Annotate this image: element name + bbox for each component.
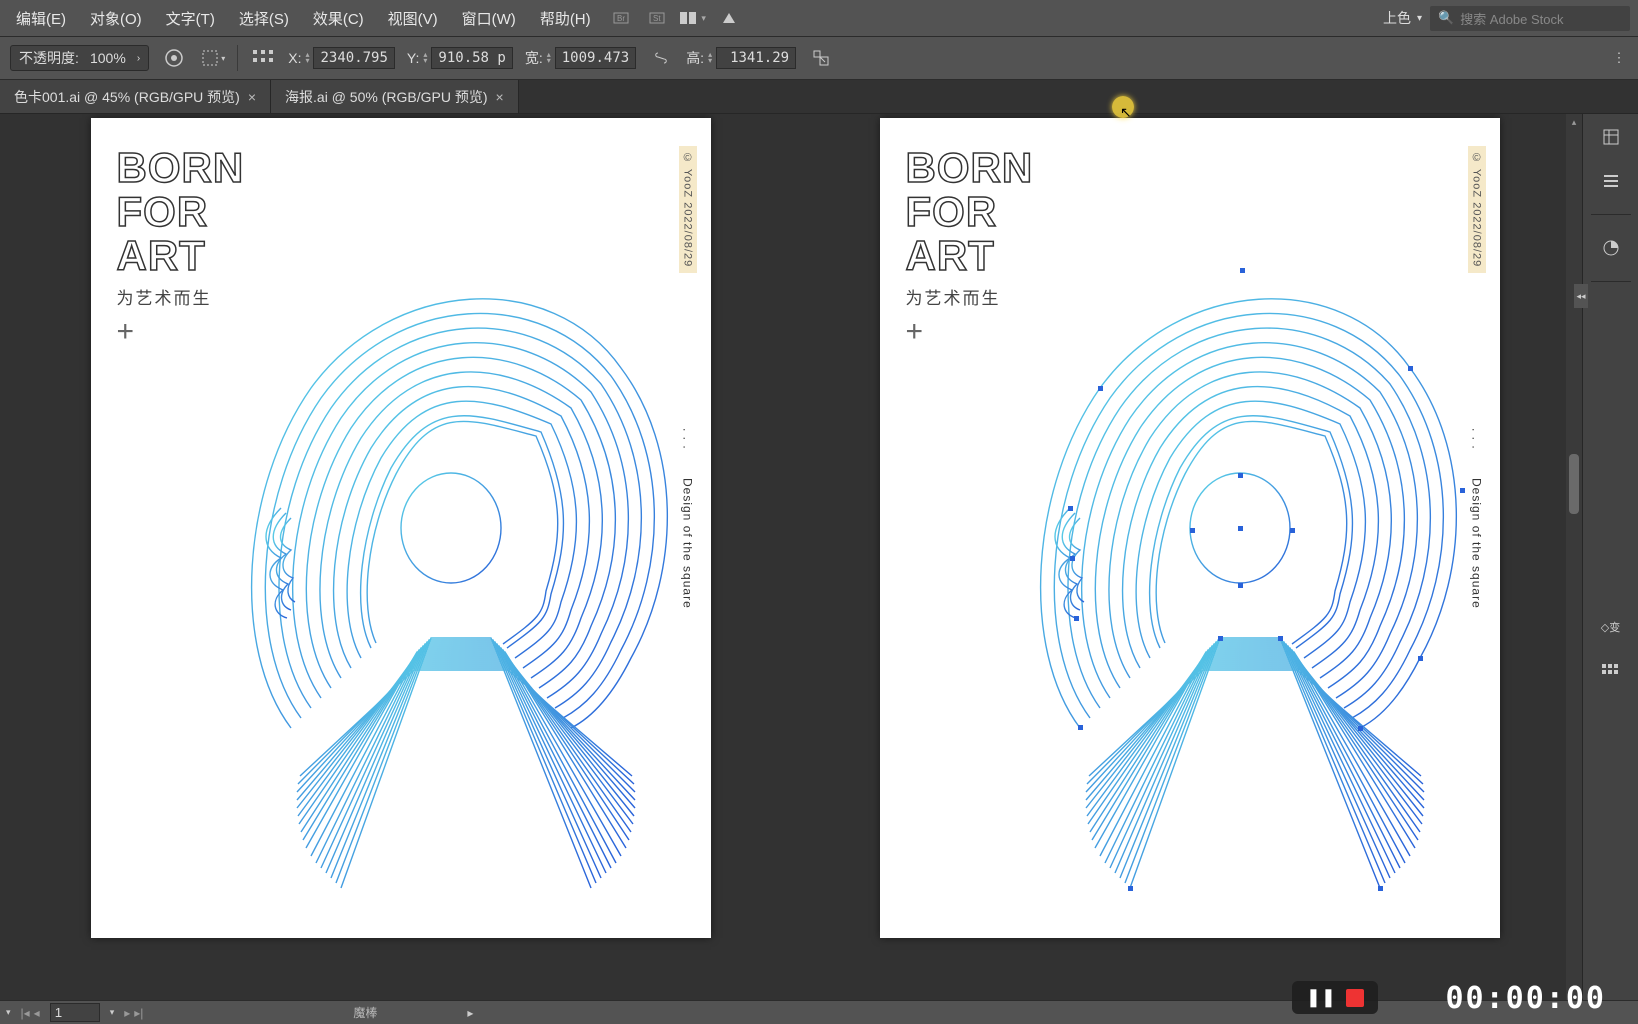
tab-label: 色卡001.ai @ 45% (RGB/GPU 预览) — [14, 87, 240, 107]
arrange-docs-icon[interactable]: ▾ — [679, 4, 707, 32]
menu-icon[interactable] — [1596, 166, 1626, 196]
properties-panel-icon[interactable] — [1596, 122, 1626, 152]
width-label: 宽: — [525, 48, 543, 68]
first-artboard-icon[interactable]: |◂ — [21, 1006, 30, 1020]
y-label: Y: — [407, 50, 419, 66]
search-placeholder: 搜索 Adobe Stock — [1460, 9, 1563, 28]
opacity-control[interactable]: 不透明度: 100% › — [10, 45, 149, 71]
adobe-stock-search[interactable]: 🔍 搜索 Adobe Stock — [1430, 6, 1630, 31]
svg-text:Br: Br — [617, 14, 625, 23]
width-value[interactable]: 1009.473 — [555, 47, 636, 69]
menu-edit[interactable]: 编辑(E) — [8, 4, 74, 33]
workspace-label: 上色 — [1383, 8, 1411, 28]
screen-recorder-controls: ❚❚ — [1292, 981, 1378, 1014]
gpu-preview-icon[interactable] — [715, 4, 743, 32]
tab-label: 海报.ai @ 50% (RGB/GPU 预览) — [285, 87, 487, 107]
menu-select[interactable]: 选择(S) — [231, 4, 297, 33]
close-icon[interactable]: × — [248, 89, 256, 105]
width-coord[interactable]: 宽: ▴▾ 1009.473 — [525, 47, 636, 69]
chevron-down-icon: ▾ — [1417, 13, 1422, 24]
menu-window[interactable]: 窗口(W) — [454, 4, 524, 33]
artboard-left[interactable]: BORN FOR ART 为艺术而生 + © YooZ 2022/08/29 .… — [91, 118, 711, 938]
menu-view[interactable]: 视图(V) — [380, 4, 446, 33]
tab-document-2[interactable]: 海报.ai @ 50% (RGB/GPU 预览) × — [271, 80, 519, 113]
tab-document-1[interactable]: 色卡001.ai @ 45% (RGB/GPU 预览) × — [0, 80, 271, 113]
blend-artwork-selected[interactable] — [980, 208, 1480, 908]
title-line1: BORN — [906, 146, 1034, 190]
color-panel-icon[interactable] — [1596, 233, 1626, 263]
height-value[interactable]: 1341.29 — [716, 47, 796, 69]
expand-panels-icon[interactable]: ◂◂ — [1574, 284, 1588, 308]
align-panel-icon[interactable] — [1596, 656, 1626, 686]
close-icon[interactable]: × — [495, 89, 503, 105]
last-artboard-icon[interactable]: ▸| — [134, 1006, 143, 1020]
link-wh-icon[interactable] — [648, 45, 674, 71]
opacity-label: 不透明度: — [19, 48, 79, 68]
artboard-dropdown-icon[interactable]: ▾ — [110, 1007, 115, 1018]
y-coord[interactable]: Y: ▴▾ 910.58 p — [407, 47, 513, 69]
transform-icon[interactable]: ▾ — [199, 45, 225, 71]
x-stepper[interactable]: ▴▾ — [305, 52, 309, 64]
transform-panel-icon[interactable]: ◇ 变 — [1596, 612, 1626, 642]
more-options-icon[interactable]: ⋮ — [1606, 45, 1632, 71]
zoom-dropdown-icon[interactable]: ▾ — [6, 1007, 11, 1018]
y-value[interactable]: 910.58 p — [431, 47, 512, 69]
artboard-nav: |◂ ◂ — [21, 1006, 40, 1020]
height-coord[interactable]: 高: ▴▾ 1341.29 — [686, 47, 796, 69]
menu-object[interactable]: 对象(O) — [82, 4, 150, 33]
stop-record-button[interactable] — [1346, 989, 1364, 1007]
tool-hint: 魔棒 — [353, 1004, 377, 1021]
artboard-number-input[interactable] — [50, 1003, 100, 1022]
menu-bar: 编辑(E) 对象(O) 文字(T) 选择(S) 效果(C) 视图(V) 窗口(W… — [0, 0, 1638, 36]
workspace-switcher[interactable]: 上色 ▾ — [1383, 8, 1422, 28]
artboard-right[interactable]: BORN FOR ART 为艺术而生 + © YooZ 2022/08/29 .… — [880, 118, 1500, 938]
opacity-value[interactable]: 100% — [83, 50, 133, 66]
stock-icon[interactable]: St — [643, 4, 671, 32]
align-icon[interactable] — [250, 45, 276, 71]
scale-strokes-icon[interactable] — [808, 45, 834, 71]
w-stepper[interactable]: ▴▾ — [547, 52, 551, 64]
scrollbar-thumb[interactable] — [1569, 454, 1579, 514]
pause-button[interactable]: ❚❚ — [1306, 987, 1336, 1008]
status-bar: ▾ |◂ ◂ ▾ ▸ ▸| 魔棒 ▸ — [0, 1000, 1638, 1024]
recolor-artwork-icon[interactable] — [161, 45, 187, 71]
bridge-icon[interactable]: Br — [607, 4, 635, 32]
recording-timer: 00:00:00 — [1446, 981, 1607, 1016]
artboard-nav-next: ▸ ▸| — [124, 1006, 143, 1020]
h-stepper[interactable]: ▴▾ — [708, 52, 712, 64]
options-bar: 不透明度: 100% › ▾ X: ▴▾ 2340.795 Y: ▴▾ 910.… — [0, 36, 1638, 80]
x-label: X: — [288, 50, 301, 66]
svg-text:St: St — [653, 14, 661, 23]
play-icon[interactable]: ▸ — [467, 1006, 473, 1020]
menu-help[interactable]: 帮助(H) — [532, 4, 599, 33]
canvas-area[interactable]: BORN FOR ART 为艺术而生 + © YooZ 2022/08/29 .… — [0, 114, 1582, 1000]
y-stepper[interactable]: ▴▾ — [423, 52, 427, 64]
blend-artwork[interactable] — [191, 208, 691, 908]
chevron-right-icon[interactable]: › — [137, 53, 140, 64]
scroll-up-icon[interactable]: ▴ — [1566, 114, 1582, 130]
menu-text[interactable]: 文字(T) — [158, 4, 223, 33]
next-artboard-icon[interactable]: ▸ — [124, 1006, 130, 1020]
menu-effect[interactable]: 效果(C) — [305, 4, 372, 33]
title-line1: BORN — [117, 146, 245, 190]
right-panel-dock: ◂◂ ◇ 变 — [1582, 114, 1638, 1000]
search-icon: 🔍 — [1438, 10, 1454, 26]
prev-artboard-icon[interactable]: ◂ — [34, 1006, 40, 1020]
x-coord[interactable]: X: ▴▾ 2340.795 — [288, 47, 395, 69]
height-label: 高: — [686, 48, 704, 68]
vertical-scrollbar[interactable]: ▴ — [1566, 114, 1582, 1000]
x-value[interactable]: 2340.795 — [313, 47, 394, 69]
document-tabs: 色卡001.ai @ 45% (RGB/GPU 预览) × 海报.ai @ 50… — [0, 80, 1638, 114]
